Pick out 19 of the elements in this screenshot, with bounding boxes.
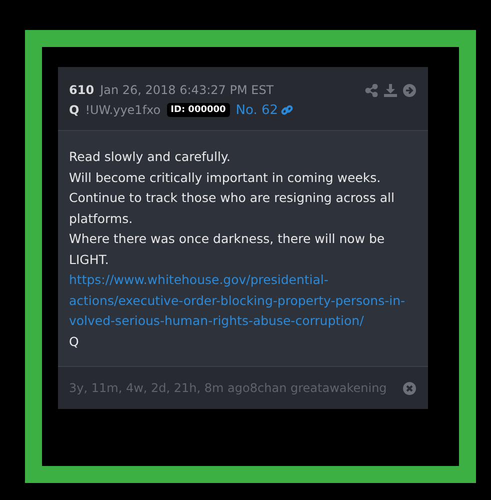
post-text-line: Where there was once darkness, there will now be LIGHT. [69, 230, 386, 268]
post-text-line: Q [69, 332, 80, 350]
tripcode: !UW.yye1fxo [85, 103, 161, 117]
close-icon[interactable] [403, 382, 416, 394]
post-source: 8chan greatawakening [250, 381, 387, 395]
post-text-line: Will become critically important in coming weeks. [69, 168, 382, 187]
post-text-line: Read slowly and carefully. [69, 148, 232, 166]
arrow-circle-icon[interactable] [403, 84, 416, 96]
id-badge: ID: 000000 [166, 103, 230, 117]
post-timestamp: Jan 26, 2018 6:43:27 PM EST [100, 83, 274, 97]
post-link[interactable]: No. 62 [236, 102, 294, 118]
post-link-url[interactable]: https://www.whitehouse.gov/presidential-actions/executive-order-blocking-property-persons-in-volved-serious-human-rights-abuse-corruption/ [69, 270, 408, 332]
author-name: Q [69, 103, 80, 117]
post-age: 3y, 11m, 4w, 2d, 21h, 8m ago [69, 381, 250, 395]
post-number: 610 [69, 83, 94, 97]
post-text-line: Continue to track those who are resigning across all platforms. [69, 189, 396, 228]
link-icon [281, 104, 294, 116]
share-icon[interactable] [365, 84, 378, 96]
download-icon[interactable] [384, 84, 397, 96]
